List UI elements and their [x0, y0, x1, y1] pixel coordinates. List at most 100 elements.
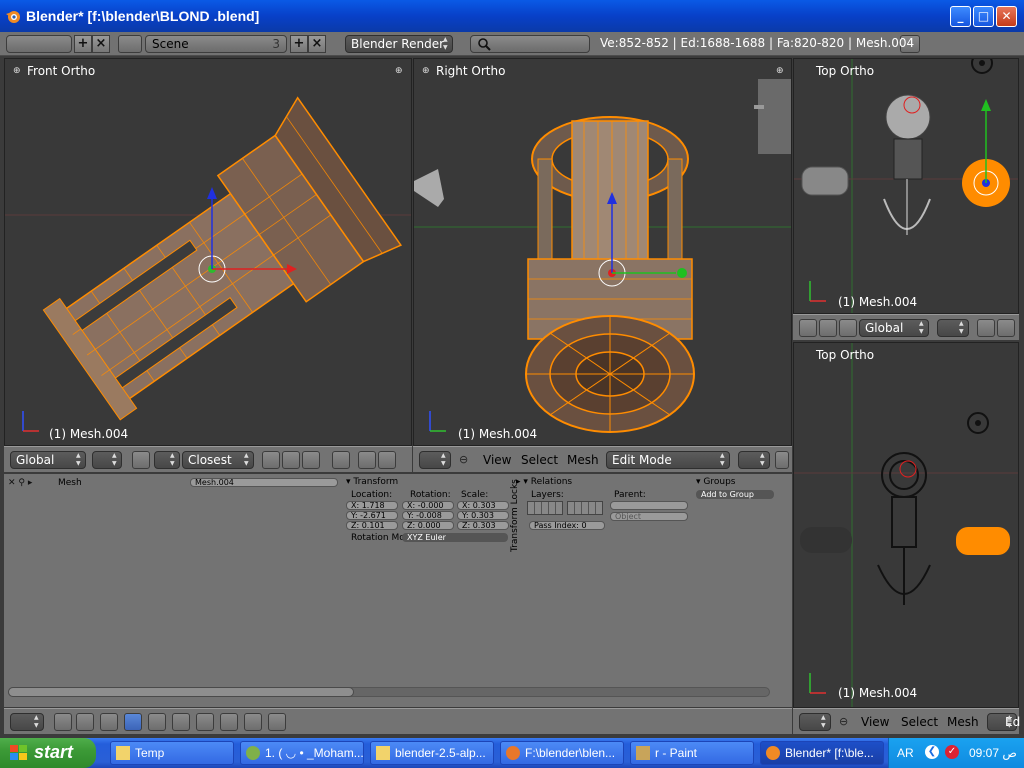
- pass-index-field[interactable]: Pass Index: 0: [529, 521, 605, 530]
- rotation-y-field[interactable]: Y: -0.008: [402, 511, 454, 520]
- horizontal-scrollbar-thumb[interactable]: [8, 687, 354, 697]
- scale-y-field[interactable]: Y: 0.303: [457, 511, 509, 520]
- edge-select-icon[interactable]: [282, 451, 300, 469]
- relations-panel-title[interactable]: ▸ ▾ Relations: [516, 477, 572, 487]
- menu-view[interactable]: View: [861, 715, 889, 729]
- editor-type-dropdown[interactable]: [10, 713, 44, 731]
- pivot-icon[interactable]: [775, 451, 789, 469]
- render-icon[interactable]: [358, 451, 376, 469]
- corner-widget-icon[interactable]: ⊕: [13, 66, 21, 76]
- particles-context-icon[interactable]: [268, 713, 286, 731]
- world-context-icon[interactable]: [100, 713, 118, 731]
- object-context-icon[interactable]: [124, 713, 142, 731]
- modifiers-context-icon[interactable]: [172, 713, 190, 731]
- viewport-top-ortho-1[interactable]: Top Ortho (1) Mesh.004: [793, 58, 1019, 314]
- viewport-top-ortho-2[interactable]: Top Ortho (1) Mesh.004: [793, 342, 1019, 708]
- occlude-geometry-icon[interactable]: [332, 451, 350, 469]
- menu-select[interactable]: Select: [521, 453, 558, 467]
- menu-view[interactable]: View: [483, 453, 511, 467]
- render-engine-dropdown[interactable]: Blender Render: [345, 35, 453, 53]
- clock[interactable]: 09:07 ص: [969, 746, 1017, 760]
- location-y-field[interactable]: Y: -2.671: [346, 511, 398, 520]
- parent-type-field[interactable]: Object: [610, 512, 688, 521]
- object-name-field[interactable]: Mesh.004: [190, 478, 338, 487]
- transform-panel-title[interactable]: ▾ Transform: [346, 477, 398, 487]
- menu-select[interactable]: Select: [901, 715, 938, 729]
- window-title-bar[interactable]: Blender* [f:\blender\BLOND .blend] _ □ ✕: [0, 0, 1024, 32]
- scene-context-icon[interactable]: [76, 713, 94, 731]
- parent-field[interactable]: [610, 501, 688, 510]
- menu-mesh[interactable]: Mesh: [947, 715, 979, 729]
- shading-dropdown[interactable]: [738, 451, 770, 469]
- proportional-edit-icon[interactable]: [997, 319, 1015, 337]
- rotation-z-field[interactable]: Z: 0.000: [402, 521, 454, 530]
- taskbar-item-blender[interactable]: Blender* [f:\ble...: [760, 741, 884, 765]
- rotation-mode-dropdown[interactable]: XYZ Euler: [402, 533, 508, 542]
- editor-type-dropdown[interactable]: [799, 713, 831, 731]
- collapse-menu-icon[interactable]: ⊖: [839, 715, 848, 728]
- taskbar-item-temp[interactable]: Temp: [110, 741, 234, 765]
- layers-grid-b[interactable]: [567, 501, 603, 515]
- location-z-field[interactable]: Z: 0.101: [346, 521, 398, 530]
- pivot-dropdown[interactable]: [92, 451, 122, 469]
- chevron-left-icon[interactable]: ❮: [925, 745, 939, 759]
- corner-widget-icon[interactable]: ⊕: [422, 66, 430, 76]
- location-x-field[interactable]: X: 1.718: [346, 501, 398, 510]
- remove-scene-button[interactable]: ×: [308, 35, 326, 53]
- face-select-icon[interactable]: [302, 451, 320, 469]
- transform-orientation-dropdown[interactable]: Global: [859, 319, 929, 337]
- search-field[interactable]: [470, 35, 590, 53]
- start-button[interactable]: start: [0, 738, 96, 768]
- remove-screen-button[interactable]: ×: [92, 35, 110, 53]
- data-context-icon[interactable]: [196, 713, 214, 731]
- scale-z-field[interactable]: Z: 0.303: [457, 521, 509, 530]
- pin-icon[interactable]: ✕ ⚲ ▸: [8, 478, 32, 488]
- menu-mesh[interactable]: Mesh: [567, 453, 599, 467]
- taskbar-item-firefox[interactable]: F:\blender\blen...: [500, 741, 624, 765]
- screen-layout-field[interactable]: [6, 35, 72, 53]
- add-to-group-button[interactable]: Add to Group: [696, 490, 774, 499]
- transform-orientation-dropdown[interactable]: Global: [10, 451, 86, 469]
- viewport-right-ortho[interactable]: Right Ortho ⊕ ⊕ (1) Mesh.004: [413, 58, 792, 446]
- snap-target-dropdown[interactable]: Closest: [182, 451, 254, 469]
- minimize-button[interactable]: _: [950, 6, 971, 27]
- language-indicator[interactable]: AR: [897, 746, 914, 760]
- material-context-icon[interactable]: [220, 713, 238, 731]
- translate-manipulator-icon[interactable]: [799, 319, 817, 337]
- render-context-icon[interactable]: [54, 713, 72, 731]
- layers-grid-a[interactable]: [527, 501, 563, 515]
- blender-logo-icon: [6, 11, 20, 23]
- scene-icon[interactable]: [118, 35, 142, 53]
- render-anim-icon[interactable]: [378, 451, 396, 469]
- mode-dropdown[interactable]: Edit Mode: [606, 451, 730, 469]
- transform-locks-tab[interactable]: Transform Locks: [510, 479, 520, 552]
- add-screen-button[interactable]: +: [74, 35, 92, 53]
- collapse-menu-icon[interactable]: ⊖: [459, 453, 468, 466]
- add-scene-button[interactable]: +: [290, 35, 308, 53]
- viewport-front-ortho[interactable]: Front Ortho ⊕ ⊕ (1) Mesh.004: [4, 58, 412, 446]
- pivot-dropdown[interactable]: [937, 319, 969, 337]
- snap-element-dropdown[interactable]: [154, 451, 180, 469]
- editor-type-dropdown[interactable]: [419, 451, 451, 469]
- scene-name-field[interactable]: Scene 3: [145, 35, 287, 53]
- maximize-button[interactable]: □: [973, 6, 994, 27]
- scale-manipulator-icon[interactable]: [839, 319, 857, 337]
- snap-magnet-icon[interactable]: [132, 451, 150, 469]
- antivirus-icon[interactable]: ✓: [945, 745, 959, 759]
- rotate-manipulator-icon[interactable]: [819, 319, 837, 337]
- taskbar-item-paint[interactable]: r - Paint: [630, 741, 754, 765]
- constraints-context-icon[interactable]: [148, 713, 166, 731]
- rotation-x-field[interactable]: X: -0.000: [402, 501, 454, 510]
- mode-dropdown[interactable]: Ed: [987, 713, 1020, 731]
- corner-widget-icon[interactable]: ⊕: [776, 66, 784, 76]
- close-button[interactable]: ✕: [996, 6, 1017, 27]
- snap-magnet-icon[interactable]: [977, 319, 995, 337]
- texture-context-icon[interactable]: [244, 713, 262, 731]
- corner-widget-icon[interactable]: ⊕: [395, 66, 403, 76]
- groups-panel-title[interactable]: ▾ Groups: [696, 477, 735, 487]
- vertex-select-icon[interactable]: [262, 451, 280, 469]
- taskbar-item-folder[interactable]: blender-2.5-alp...: [370, 741, 494, 765]
- scale-x-field[interactable]: X: 0.303: [457, 501, 509, 510]
- taskbar-item-chat[interactable]: 1. ( ◡ • _Moham...: [240, 741, 364, 765]
- active-object-label: (1) Mesh.004: [458, 427, 538, 441]
